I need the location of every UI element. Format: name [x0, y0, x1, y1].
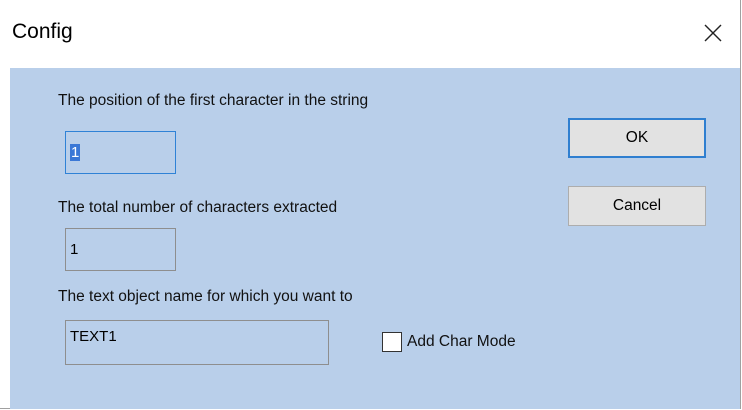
object-name-input[interactable]: TEXT1	[65, 320, 329, 365]
ok-button-label: OK	[625, 129, 649, 146]
position-label: The position of the first character in t…	[58, 92, 369, 109]
position-input[interactable]: 1	[65, 131, 176, 174]
cancel-button[interactable]: Cancel	[568, 186, 706, 226]
window-title: Config	[12, 20, 73, 43]
count-label: The total number of characters extracted	[58, 199, 338, 216]
count-input[interactable]: 1	[65, 228, 176, 271]
config-dialog: Config The position of the first charact…	[0, 0, 741, 409]
title-bar: Config	[0, 0, 740, 68]
cancel-button-label: Cancel	[612, 197, 662, 214]
object-name-label: The text object name for which you want …	[58, 288, 353, 305]
ok-button[interactable]: OK	[568, 118, 706, 158]
count-input-value: 1	[70, 241, 79, 258]
position-input-value: 1	[70, 144, 81, 161]
dialog-body: The position of the first character in t…	[10, 68, 740, 409]
object-name-input-value: TEXT1	[70, 328, 117, 345]
add-char-mode-checkbox[interactable]	[382, 332, 402, 352]
close-icon	[704, 24, 722, 42]
close-button[interactable]	[690, 10, 736, 56]
add-char-mode-label[interactable]: Add Char Mode	[407, 333, 516, 351]
